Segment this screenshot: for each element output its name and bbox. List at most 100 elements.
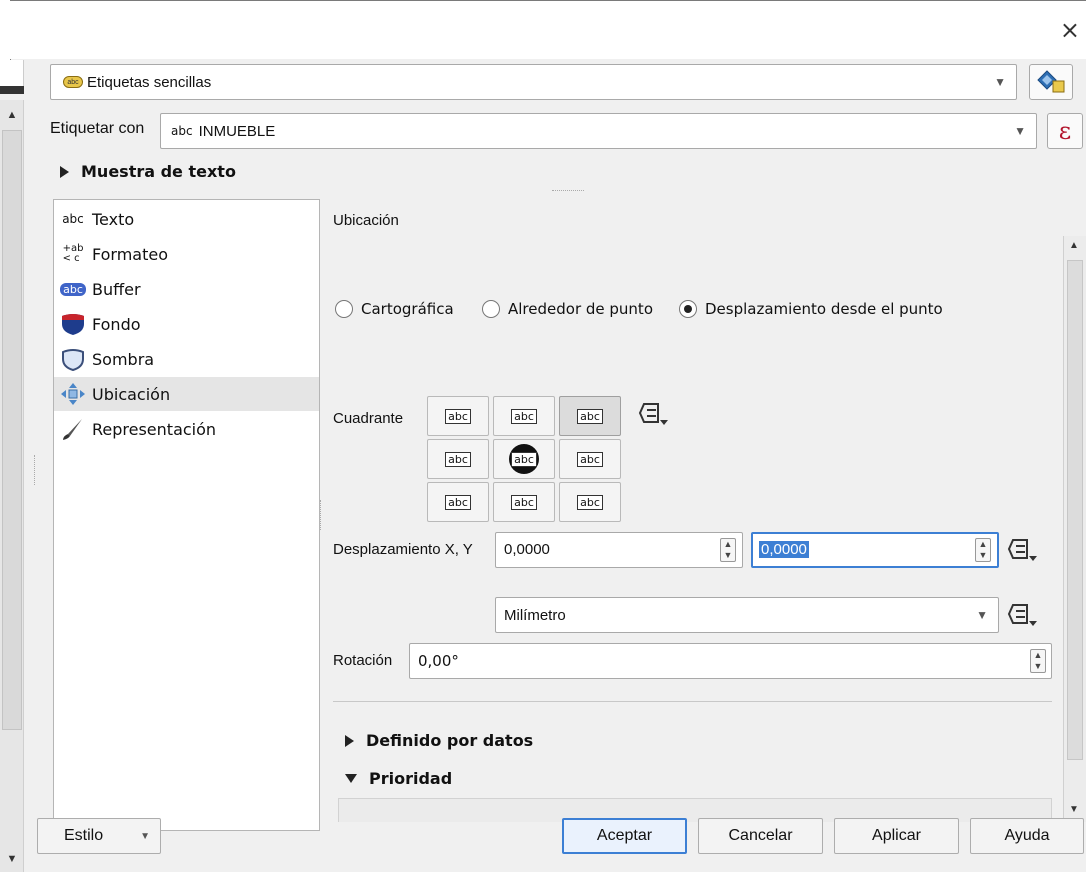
label-field-value: INMUEBLE (198, 122, 276, 140)
ok-label: Aceptar (596, 827, 653, 844)
list-item-representacion[interactable]: Representación (54, 412, 319, 446)
collapse-arrow-icon (345, 774, 357, 783)
radio-label: Alrededor de punto (508, 300, 653, 318)
priority-toggle[interactable]: Prioridad (345, 769, 452, 788)
close-button[interactable]: × (1060, 16, 1080, 44)
spinbox-arrows-icon[interactable]: ▲ ▼ (720, 538, 736, 562)
chevron-down-icon: ▼ (140, 830, 150, 842)
scroll-down-icon[interactable]: ▼ (1069, 804, 1079, 815)
style-label: Estilo (64, 827, 104, 844)
abc-icon: abc (445, 494, 471, 510)
renderer-select[interactable]: abc Etiquetas sencillas ▼ (50, 64, 1017, 100)
splitter-handle[interactable] (320, 500, 323, 530)
section-title: Ubicación (333, 212, 399, 229)
outer-scroll-thumb[interactable] (2, 130, 22, 730)
data-defined-toggle[interactable]: Definido por datos (345, 731, 533, 750)
quadrant-left[interactable]: abc (427, 439, 489, 479)
left-panel-bar (0, 86, 24, 94)
list-item-fondo[interactable]: Fondo (54, 307, 319, 341)
properties-list: abc Texto +ab < c Formateo abc Buffer Fon… (53, 199, 320, 831)
abc-icon: abc (445, 451, 471, 467)
quadrant-top[interactable]: abc (493, 396, 555, 436)
abc-icon: abc (577, 494, 603, 510)
shadow-icon (54, 347, 92, 371)
rotation-input[interactable]: 0,00° ▲ ▼ (409, 643, 1052, 679)
list-item-label: Texto (92, 209, 135, 229)
quadrant-right[interactable]: abc (559, 439, 621, 479)
list-item-label: Fondo (92, 314, 141, 334)
field-type-icon: abc (171, 124, 193, 138)
scroll-down-icon[interactable]: ▼ (0, 848, 24, 870)
quadrant-bottom-left[interactable]: abc (427, 482, 489, 522)
help-button[interactable]: Ayuda (970, 818, 1084, 854)
splitter-handle[interactable] (34, 455, 37, 485)
splitter-handle[interactable] (552, 190, 584, 192)
radio-around-point[interactable]: Alrededor de punto (482, 300, 653, 318)
buffer-icon: abc (54, 282, 92, 296)
quadrant-top-right[interactable]: abc (559, 396, 621, 436)
quadrant-center[interactable]: abc (493, 439, 555, 479)
scroll-up-icon[interactable]: ▲ (1069, 240, 1079, 251)
epsilon-icon: ε (1058, 117, 1072, 145)
cancel-button[interactable]: Cancelar (698, 818, 823, 854)
abc-icon: abc (511, 494, 537, 510)
quadrant-bottom-right[interactable]: abc (559, 482, 621, 522)
chevron-down-icon: ▼ (976, 608, 988, 622)
data-defined-override-icon[interactable] (1007, 536, 1039, 564)
list-item-label: Ubicación (92, 384, 171, 404)
radio-button[interactable] (679, 300, 697, 318)
expand-arrow-icon (60, 165, 69, 178)
radio-label: Cartográfica (361, 300, 454, 318)
spinbox-arrows-icon[interactable]: ▲ ▼ (975, 538, 991, 562)
style-menu-button[interactable]: Estilo ▼ (37, 818, 161, 854)
radio-button[interactable] (335, 300, 353, 318)
data-defined-override-icon[interactable] (1007, 601, 1039, 629)
quadrant-top-left[interactable]: abc (427, 396, 489, 436)
rotation-value: 0,00° (418, 652, 459, 670)
radio-button[interactable] (482, 300, 500, 318)
data-defined-override-icon[interactable] (638, 400, 670, 428)
ok-button[interactable]: Aceptar (562, 818, 687, 854)
expression-button[interactable]: ε (1047, 113, 1083, 149)
help-label: Ayuda (1004, 827, 1050, 844)
list-item-label: Sombra (92, 349, 155, 369)
offset-x-input[interactable]: 0,0000 ▲ ▼ (495, 532, 743, 568)
placement-scroll-thumb[interactable] (1067, 260, 1083, 760)
radio-offset-from-point[interactable]: Desplazamiento desde el punto (679, 300, 943, 318)
list-item-label: Representación (92, 419, 217, 439)
offset-y-input[interactable]: 0,0000 ▲ ▼ (751, 532, 999, 568)
labels-icon: abc (63, 76, 83, 88)
apply-label: Aplicar (872, 827, 921, 844)
cancel-label: Cancelar (728, 827, 793, 844)
sample-text-toggle[interactable]: Muestra de texto (60, 162, 236, 181)
apply-button[interactable]: Aplicar (834, 818, 959, 854)
list-item-buffer[interactable]: abc Buffer (54, 272, 319, 306)
center-point-icon: abc (509, 444, 539, 474)
radio-cartographic[interactable]: Cartográfica (335, 300, 454, 318)
list-item-texto[interactable]: abc Texto (54, 202, 319, 236)
offset-x-value: 0,0000 (504, 541, 550, 558)
layer-settings-button[interactable] (1029, 64, 1073, 100)
offset-y-value: 0,0000 (759, 541, 809, 558)
radio-label: Desplazamiento desde el punto (705, 300, 943, 318)
unit-select[interactable]: Milímetro ▼ (495, 597, 999, 633)
placement-scrollbar[interactable]: ▲ ▼ (1063, 236, 1086, 822)
chevron-down-icon: ▼ (994, 75, 1006, 89)
renderer-value: Etiquetas sencillas (87, 73, 212, 91)
list-item-ubicacion[interactable]: Ubicación (54, 377, 319, 411)
label-field-select[interactable]: abc INMUEBLE ▼ (160, 113, 1037, 149)
title-bar (10, 1, 1086, 59)
abc-icon: abc (445, 408, 471, 424)
outer-scrollbar[interactable]: ▲ ▼ (0, 100, 24, 872)
offset-label: Desplazamiento X, Y (333, 541, 473, 558)
list-item-formateo[interactable]: +ab < c Formateo (54, 237, 319, 271)
list-item-sombra[interactable]: Sombra (54, 342, 319, 376)
quadrant-bottom[interactable]: abc (493, 482, 555, 522)
quadrant-label: Cuadrante (333, 410, 404, 427)
label-with-label: Etiquetar con (50, 120, 145, 137)
scroll-up-icon[interactable]: ▲ (0, 104, 24, 126)
brush-icon (54, 417, 92, 441)
spinbox-arrows-icon[interactable]: ▲ ▼ (1030, 649, 1046, 673)
list-item-label: Buffer (92, 279, 141, 299)
placement-arrows-icon (54, 382, 92, 406)
